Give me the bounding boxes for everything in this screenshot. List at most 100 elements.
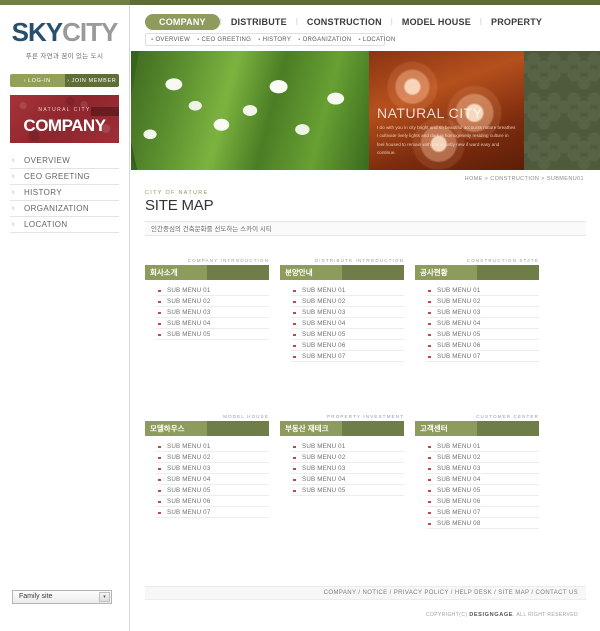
family-site-select[interactable]: Family site ▾ (12, 590, 112, 604)
sitemap-column-header-accent (207, 421, 269, 436)
sitemap-link[interactable]: SUB MENU 04 (426, 318, 539, 329)
section-banner-title: COMPANY (23, 116, 106, 135)
hero-image-dandelion: NATURAL CITY I do with you in city brigh… (369, 51, 524, 170)
sitemap-link[interactable]: SUB MENU 01 (426, 441, 539, 452)
sitemap-link[interactable]: SUB MENU 08 (426, 518, 539, 529)
sidebar-item-location[interactable]: › LOCATION (10, 217, 119, 233)
sitemap-link[interactable]: SUB MENU 01 (291, 285, 404, 296)
logo-tagline: 푸른 자연과 꿈이 있는 도시 (25, 53, 104, 60)
sitemap-link[interactable]: SUB MENU 04 (156, 474, 269, 485)
subnav-item-label: ORGANIZATION (302, 36, 352, 43)
nav-item-model-house[interactable]: MODEL HOUSE (393, 17, 480, 27)
sitemap-link[interactable]: SUB MENU 05 (156, 329, 269, 340)
logo-text: SKYCITY (0, 19, 129, 45)
sitemap-link[interactable]: SUB MENU 04 (426, 474, 539, 485)
sidebar-item-label: HISTORY (24, 188, 63, 197)
auth-buttons: › LOG-IN › JOIN MEMBER (10, 74, 119, 87)
sitemap-column-eyebrow: COMPANY INTRODUCTION (187, 258, 269, 263)
page-root: SKYCITY 푸른 자연과 꿈이 있는 도시 › LOG-IN › JOIN … (0, 0, 600, 631)
nav-item-property[interactable]: PROPERTY (482, 17, 551, 27)
subnav-item-overview[interactable]: ▪ OVERVIEW (151, 37, 190, 43)
subnav-item-history[interactable]: ▪ HISTORY (258, 37, 291, 43)
sidebar-item-label: CEO GREETING (24, 172, 91, 181)
sitemap-link[interactable]: SUB MENU 03 (426, 463, 539, 474)
page-eyebrow: CITY OF NATURE (145, 190, 209, 196)
sitemap-link[interactable]: SUB MENU 01 (291, 441, 404, 452)
sitemap-column-eyebrow: MODEL HOUSE (223, 414, 269, 419)
login-button[interactable]: › LOG-IN (10, 74, 65, 87)
sitemap-link[interactable]: SUB MENU 02 (291, 296, 404, 307)
sitemap-link[interactable]: SUB MENU 05 (426, 485, 539, 496)
sitemap-column-header-accent (342, 421, 404, 436)
section-banner-eyebrow: NATURAL CITY (38, 107, 91, 113)
sitemap-column: COMPANY INTRODUCTION 회사소개 SUB MENU 01 SUB M… (145, 258, 269, 362)
sidebar-item-overview[interactable]: › OVERVIEW (10, 153, 119, 169)
sitemap-link[interactable]: SUB MENU 04 (291, 318, 404, 329)
sitemap-link[interactable]: SUB MENU 02 (156, 452, 269, 463)
logo-sky: SKY (11, 17, 63, 47)
bullet-icon: ▪ (258, 36, 261, 43)
sidebar-item-organization[interactable]: › ORGANIZATION (10, 201, 119, 217)
chevron-right-icon: › (12, 157, 15, 164)
sitemap-link[interactable]: SUB MENU 06 (426, 496, 539, 507)
bullet-icon: ▪ (298, 36, 301, 43)
sitemap-link[interactable]: SUB MENU 07 (426, 507, 539, 518)
subnav-item-label: OVERVIEW (155, 36, 191, 43)
subnav-item-organization[interactable]: ▪ ORGANIZATION (298, 37, 351, 43)
chevron-right-icon: › (12, 205, 15, 212)
sitemap-link[interactable]: SUB MENU 01 (156, 285, 269, 296)
sitemap-link[interactable]: SUB MENU 05 (156, 485, 269, 496)
nav-item-company[interactable]: COMPANY (145, 13, 220, 30)
sidebar-item-history[interactable]: › HISTORY (10, 185, 119, 201)
sitemap-link[interactable]: SUB MENU 02 (291, 452, 404, 463)
global-nav: COMPANY | DISTRIBUTE | CONSTRUCTION | MODEL HO… (131, 5, 600, 31)
sitemap-column-eyebrow: CUSTOMER CENTER (476, 414, 539, 419)
sitemap-link[interactable]: SUB MENU 07 (291, 351, 404, 362)
sitemap-link[interactable]: SUB MENU 03 (426, 307, 539, 318)
main-column: COMPANY | DISTRIBUTE | CONSTRUCTION | MODEL HO… (131, 5, 600, 631)
sitemap-link[interactable]: SUB MENU 04 (156, 318, 269, 329)
sitemap-link[interactable]: SUB MENU 03 (156, 307, 269, 318)
sitemap-link[interactable]: SUB MENU 05 (426, 329, 539, 340)
sitemap-link[interactable]: SUB MENU 03 (291, 307, 404, 318)
sitemap-link[interactable]: SUB MENU 04 (291, 474, 404, 485)
subnav-item-location[interactable]: ▪ LOCATION (358, 37, 395, 43)
sitemap-link[interactable]: SUB MENU 03 (291, 463, 404, 474)
section-banner: NATURAL CITY COMPANY (10, 95, 119, 143)
sitemap-link[interactable]: SUB MENU 02 (426, 296, 539, 307)
nav-item-construction[interactable]: CONSTRUCTION (298, 17, 391, 27)
footer-links[interactable]: COMPANY / NOTICE / PRIVACY POLICY / HELP… (145, 586, 586, 600)
sitemap-link[interactable]: SUB MENU 06 (291, 340, 404, 351)
sitemap-column-title: 고객센터 (415, 421, 477, 436)
copyright: COPYRIGHT(C) DESIGNGAGE. ALL RIGHT RESER… (426, 612, 578, 618)
sitemap-link[interactable]: SUB MENU 06 (426, 340, 539, 351)
sitemap-link[interactable]: SUB MENU 05 (291, 485, 404, 496)
sitemap-link[interactable]: SUB MENU 03 (156, 463, 269, 474)
subnav-item-ceo-greeting[interactable]: ▪ CEO GREETING (197, 37, 251, 43)
sitemap-column-header: 회사소개 (145, 265, 269, 280)
page-description: 인간중심의 건축문화를 선도하는 스카이 시티 (145, 221, 586, 236)
sitemap-link[interactable]: SUB MENU 06 (156, 496, 269, 507)
sitemap-column-header-accent (207, 265, 269, 280)
sitemap-link[interactable]: SUB MENU 01 (156, 441, 269, 452)
join-member-button[interactable]: › JOIN MEMBER (64, 74, 119, 87)
nav-item-distribute[interactable]: DISTRIBUTE (222, 17, 296, 27)
sitemap-link[interactable]: SUB MENU 07 (156, 507, 269, 518)
sitemap-link[interactable]: SUB MENU 07 (426, 351, 539, 362)
sitemap-column-header-accent (342, 265, 404, 280)
sitemap-link[interactable]: SUB MENU 01 (426, 285, 539, 296)
sitemap-link[interactable]: SUB MENU 02 (156, 296, 269, 307)
chevron-right-icon: › (12, 221, 15, 228)
logo[interactable]: SKYCITY 푸른 자연과 꿈이 있는 도시 (0, 5, 129, 60)
sitemap-link[interactable]: SUB MENU 02 (426, 452, 539, 463)
sitemap-link-list: SUB MENU 01 SUB MENU 02 SUB MENU 03 SUB MEN… (415, 285, 539, 362)
sitemap-link[interactable]: SUB MENU 05 (291, 329, 404, 340)
sidebar-item-label: ORGANIZATION (24, 204, 90, 213)
sitemap-column-header-accent (477, 421, 539, 436)
sitemap-column-title: 회사소개 (145, 265, 207, 280)
copyright-brand: DESIGNGAGE (469, 612, 514, 618)
chevron-down-icon[interactable]: ▾ (99, 592, 110, 602)
sidebar-item-label: LOCATION (24, 220, 68, 229)
sidebar-item-ceo-greeting[interactable]: › CEO GREETING (10, 169, 119, 185)
page-title: SITE MAP (145, 197, 214, 214)
